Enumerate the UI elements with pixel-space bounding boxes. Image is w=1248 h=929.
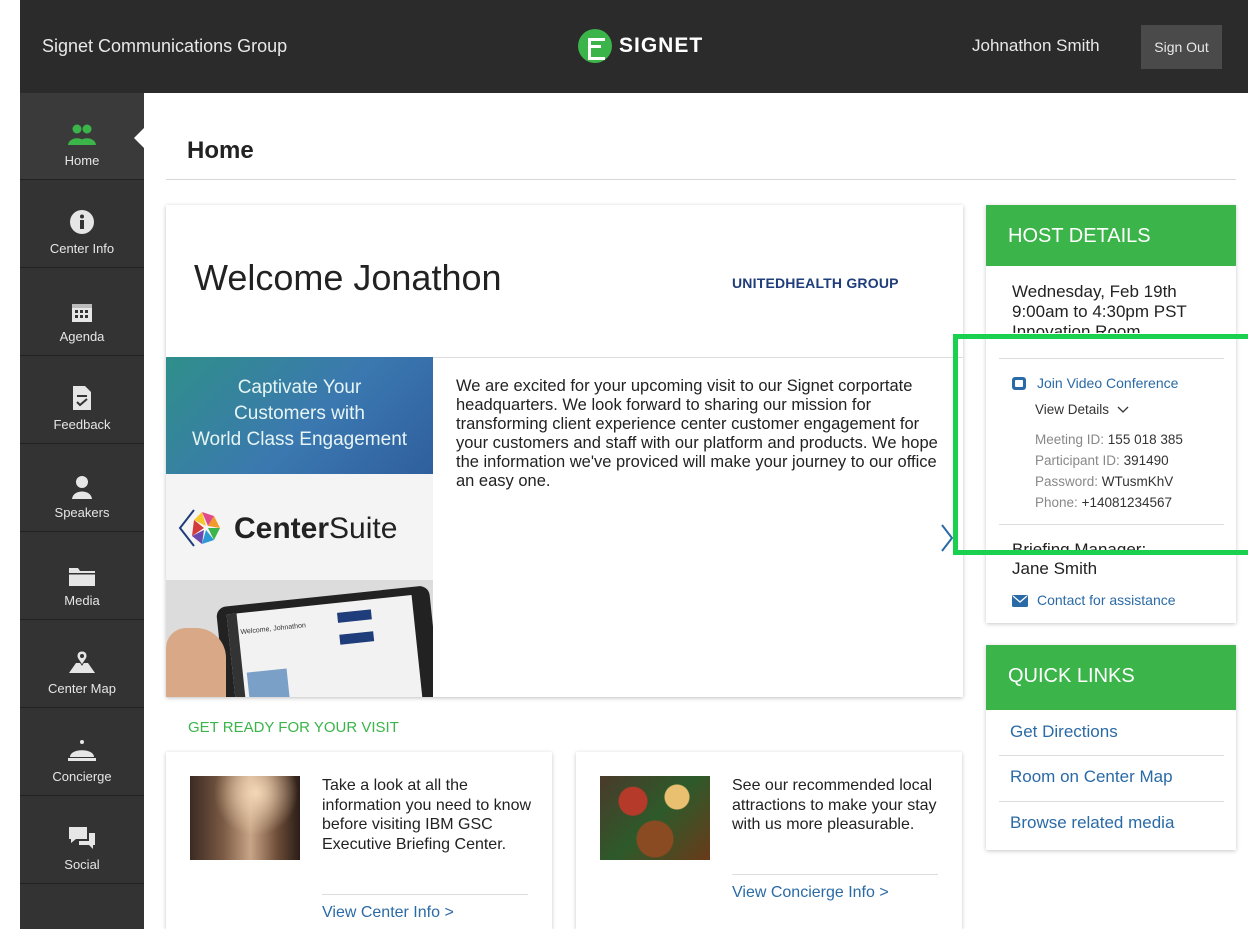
quick-links-heading: QUICK LINKS [986, 645, 1236, 710]
info-icon [70, 210, 94, 234]
visit-date: Wednesday, Feb 19th 9:00am to 4:30pm PST [1012, 282, 1187, 321]
signet-logo-text: SIGNET [619, 34, 704, 57]
map-icon [69, 650, 95, 673]
people-icon [68, 124, 96, 145]
user-name[interactable]: Johnathon Smith [972, 36, 1100, 56]
centersuite-logo-icon [178, 509, 220, 547]
quick-link-browse-media[interactable]: Browse related media [1010, 813, 1174, 833]
view-concierge-info-link[interactable]: View Concierge Info > [732, 884, 889, 902]
org-name: Signet Communications Group [42, 36, 288, 56]
promo-line: World Class Engagement [191, 429, 408, 450]
card-text: Take a look at all the information you n… [322, 777, 532, 853]
contact-for-assistance-link[interactable]: Contact for assistance [1037, 592, 1176, 608]
centersuite-logo: CenterSuite [166, 474, 433, 580]
mail-icon [1012, 595, 1028, 607]
view-center-info-link[interactable]: View Center Info > [322, 904, 454, 922]
divider [999, 801, 1224, 802]
clipboard-icon [73, 386, 91, 410]
active-indicator [134, 127, 145, 149]
sidebar-item-media[interactable]: Media [20, 533, 144, 620]
bell-icon [68, 740, 96, 761]
top-bar: Signet Communications Group SIGNET Johna… [20, 0, 1248, 93]
signet-logo[interactable]: SIGNET [578, 29, 703, 63]
promo-tablet-image: Welcome, Johnathon [166, 580, 433, 697]
divider [732, 874, 938, 875]
welcome-message: We are excited for your upcoming visit t… [456, 377, 938, 490]
signet-logo-icon [578, 29, 612, 63]
sidebar-item-label: Social [64, 857, 100, 872]
sidebar-item-center-info[interactable]: Center Info [20, 181, 144, 268]
sidebar-item-label: Feedback [53, 417, 111, 432]
divider [322, 894, 528, 895]
sidebar-item-label: Agenda [59, 329, 105, 344]
sidebar-item-center-map[interactable]: Center Map [20, 621, 144, 708]
sidebar-item-label: Center Info [49, 241, 115, 256]
promo-line: Customers with [234, 403, 365, 424]
tablet-title: Welcome, Johnathon [240, 622, 307, 637]
welcome-title: Welcome Jonathon [194, 257, 502, 298]
sidebar-item-speakers[interactable]: Speakers [20, 445, 144, 532]
briefing-manager-name: Jane Smith [1012, 559, 1098, 578]
chat-icon [69, 827, 95, 849]
quick-link-room-on-map[interactable]: Room on Center Map [1010, 767, 1173, 787]
divider [166, 179, 1236, 180]
person-icon [72, 476, 92, 499]
promo-line: Captivate Your [237, 377, 362, 398]
sidebar-item-label: Speakers [54, 505, 110, 520]
food-image [600, 776, 710, 860]
highlight-box [953, 334, 1248, 555]
sign-out-button[interactable]: Sign Out [1141, 25, 1222, 69]
promo-banner: Captivate Your Customers with World Clas… [166, 357, 433, 474]
folder-icon [69, 568, 95, 586]
sidebar-item-label: Concierge [52, 769, 112, 784]
sidebar-item-label: Media [64, 593, 100, 608]
divider [999, 755, 1224, 756]
chevron-right-icon[interactable] [940, 523, 954, 553]
calendar-icon [72, 304, 92, 322]
centersuite-logo-text: CenterSuite [234, 512, 398, 545]
client-logo: UNITEDHEALTH GROUP [732, 275, 899, 291]
quick-link-get-directions[interactable]: Get Directions [1010, 722, 1118, 742]
center-info-card: Take a look at all the information you n… [166, 752, 552, 929]
sidebar-item-social[interactable]: Social [20, 797, 144, 884]
sidebar-item-concierge[interactable]: Concierge [20, 709, 144, 796]
sidebar-nav: Home Center Info Agenda Feedback Speaker… [20, 93, 145, 929]
get-ready-heading: GET READY FOR YOUR VISIT [188, 719, 399, 736]
quick-links-card: QUICK LINKS Get Directions Room on Cente… [986, 645, 1236, 850]
sidebar-item-label: Center Map [48, 681, 116, 696]
sidebar-item-label: Home [64, 153, 100, 168]
sidebar-item-feedback[interactable]: Feedback [20, 357, 144, 444]
visit-room: Innovation Room [1012, 322, 1141, 333]
sidebar-item-home[interactable]: Home [20, 93, 145, 180]
lobby-image [190, 776, 300, 860]
host-details-heading: HOST DETAILS [986, 205, 1236, 266]
concierge-info-card: See our recommended local attractions to… [576, 752, 962, 929]
sidebar-item-agenda[interactable]: Agenda [20, 269, 144, 356]
promo-carousel-image[interactable]: Captivate Your Customers with World Clas… [166, 357, 433, 697]
welcome-card: Welcome Jonathon UNITEDHEALTH GROUP Capt… [166, 205, 963, 697]
page-title: Home [187, 137, 254, 164]
card-text: See our recommended local attractions to… [732, 777, 937, 833]
